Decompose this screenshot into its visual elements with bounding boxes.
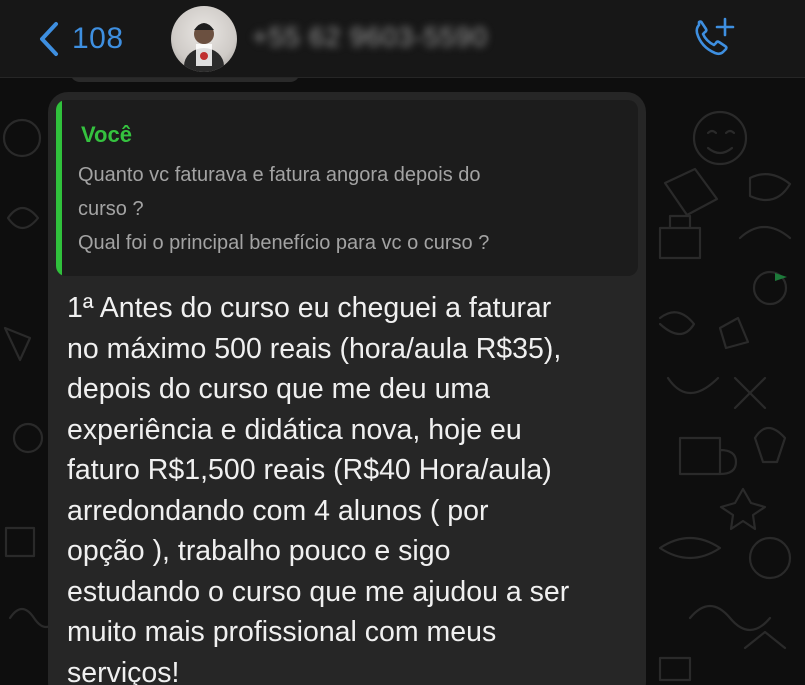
- quoted-message[interactable]: Você Quanto vc faturava e fatura angora …: [56, 100, 638, 276]
- message-line: no máximo 500 reais (hora/aula R$35),: [67, 332, 562, 365]
- phone-plus-icon: [690, 17, 738, 64]
- message-line: muito mais profissional com meus: [67, 616, 497, 648]
- quote-line: curso ?: [78, 198, 144, 220]
- message-line: depois do curso que me deu uma: [67, 373, 491, 405]
- person-photo: [184, 23, 224, 72]
- message-line: serviços!: [67, 656, 180, 685]
- unread-count: 108: [72, 22, 124, 55]
- message-line: faturo R$1,500 reais (R$40 Hora/aula): [67, 454, 552, 486]
- avatar[interactable]: [171, 6, 237, 72]
- quote-accent-bar: [56, 100, 62, 276]
- message-line: opção ), trabalho pouco e sigo: [67, 535, 451, 567]
- message-body: 1ª Antes do curso eu cheguei a faturar n…: [67, 288, 637, 685]
- quote-author: Você: [81, 122, 132, 147]
- message-bubble[interactable]: Você Quanto vc faturava e fatura angora …: [48, 92, 646, 685]
- quote-line: Quanto vc faturava e fatura angora depoi…: [78, 164, 481, 186]
- chat-screen: 108 +55 62 9603-5590 Você Quanto vc fatu…: [0, 0, 805, 685]
- chat-header: 108 +55 62 9603-5590: [0, 0, 805, 78]
- chevron-left-icon: [38, 21, 60, 57]
- message-line: estudando o curso que me ajudou a ser: [67, 575, 570, 608]
- message-line: arredondando com 4 alunos ( por: [67, 494, 489, 527]
- back-button[interactable]: 108: [38, 18, 124, 60]
- quote-line: Qual foi o principal benefício para vc o…: [78, 232, 490, 254]
- contact-name[interactable]: +55 62 9603-5590: [252, 22, 488, 53]
- message-line: 1ª Antes do curso eu cheguei a faturar: [67, 292, 552, 324]
- message-line: experiência e didática nova, hoje eu: [67, 413, 522, 446]
- add-call-button[interactable]: [690, 16, 738, 60]
- quote-text: Quanto vc faturava e fatura angora depoi…: [78, 158, 623, 260]
